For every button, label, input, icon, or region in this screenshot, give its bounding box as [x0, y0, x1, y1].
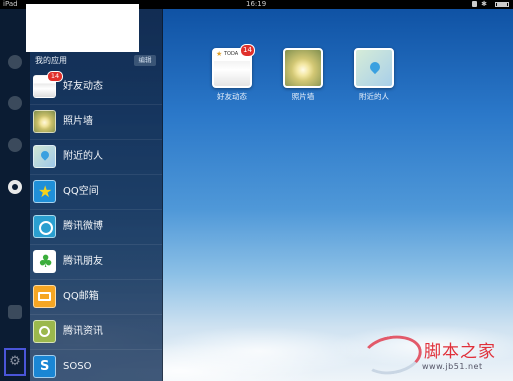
list-item-photo-wall[interactable]: 照片墙: [30, 105, 162, 140]
apps-icon[interactable]: [8, 180, 22, 194]
list-item-friend-feed[interactable]: 14 好友动态: [30, 70, 162, 105]
ipad-screen: iPad 16:19 ✱ ⚙ 我的应用 编辑 14 好友动态 照片墙 附近的人: [0, 0, 513, 381]
skin-icon[interactable]: [8, 305, 22, 319]
notification-badge: 14: [47, 71, 63, 82]
nearby-people-icon: [354, 48, 394, 88]
rotation-lock-icon: [472, 1, 477, 7]
desktop-app-friend-feed[interactable]: TODA 14 好友动态: [202, 44, 262, 102]
list-item-weibo[interactable]: 腾讯微博: [30, 210, 162, 245]
tencent-weibo-icon: [33, 215, 56, 238]
redacted-profile-area: [26, 4, 139, 52]
app-caption: 好友动态: [217, 92, 247, 101]
watermark-logo-icon: [359, 331, 425, 379]
item-label: 腾讯微博: [63, 221, 103, 232]
list-item-nearby[interactable]: 附近的人: [30, 140, 162, 175]
contacts-icon[interactable]: [8, 96, 22, 110]
news-icon: [33, 320, 56, 343]
status-time: 16:19: [246, 0, 267, 8]
list-item-news[interactable]: 腾讯资讯: [30, 315, 162, 350]
section-title: 我的应用: [35, 56, 67, 65]
chat-icon[interactable]: [8, 55, 22, 69]
icon-rail: ⚙: [0, 9, 30, 381]
list-item-soso[interactable]: SOSO: [30, 350, 162, 381]
desktop-app-nearby[interactable]: 附近的人: [344, 48, 404, 102]
group-icon[interactable]: [8, 138, 22, 152]
item-label: QQ邮箱: [63, 291, 99, 302]
item-label: 附近的人: [63, 151, 103, 162]
soso-search-icon: [33, 355, 56, 378]
item-label: SOSO: [63, 361, 92, 372]
watermark-name: 脚本之家: [424, 342, 496, 362]
thumb-title: TODA: [224, 51, 239, 57]
list-item-pengyou[interactable]: 腾讯朋友: [30, 245, 162, 280]
list-item-qq-mail[interactable]: QQ邮箱: [30, 280, 162, 315]
site-watermark: 脚本之家 www.jb51.net: [359, 330, 510, 379]
app-list: 14 好友动态 照片墙 附近的人 QQ空间 腾讯微博 腾讯朋友 QQ邮箱: [30, 70, 162, 381]
list-item-qzone[interactable]: QQ空间: [30, 175, 162, 210]
watermark-url: www.jb51.net: [422, 362, 483, 371]
battery-icon: [495, 2, 509, 7]
app-caption: 附近的人: [359, 92, 389, 101]
desktop-app-photo-wall[interactable]: 照片墙: [273, 48, 333, 102]
clover-icon: [33, 250, 56, 273]
carrier-label: iPad: [3, 0, 18, 8]
item-label: 腾讯资讯: [63, 326, 103, 337]
photo-wall-icon: [33, 110, 56, 133]
notification-badge: 14: [240, 44, 255, 57]
photo-wall-icon: [283, 48, 323, 88]
item-label: 好友动态: [63, 81, 103, 92]
app-caption: 照片墙: [291, 92, 315, 101]
settings-gear-icon[interactable]: ⚙: [4, 348, 26, 376]
mail-icon: [33, 285, 56, 308]
qzone-star-icon: [33, 180, 56, 203]
nearby-people-icon: [33, 145, 56, 168]
edit-button[interactable]: 编辑: [134, 55, 156, 66]
item-label: 照片墙: [63, 116, 93, 127]
bluetooth-icon: ✱: [481, 0, 487, 8]
item-label: QQ空间: [63, 186, 99, 197]
friend-feed-icon: TODA 14: [212, 44, 255, 88]
item-label: 腾讯朋友: [63, 256, 103, 267]
